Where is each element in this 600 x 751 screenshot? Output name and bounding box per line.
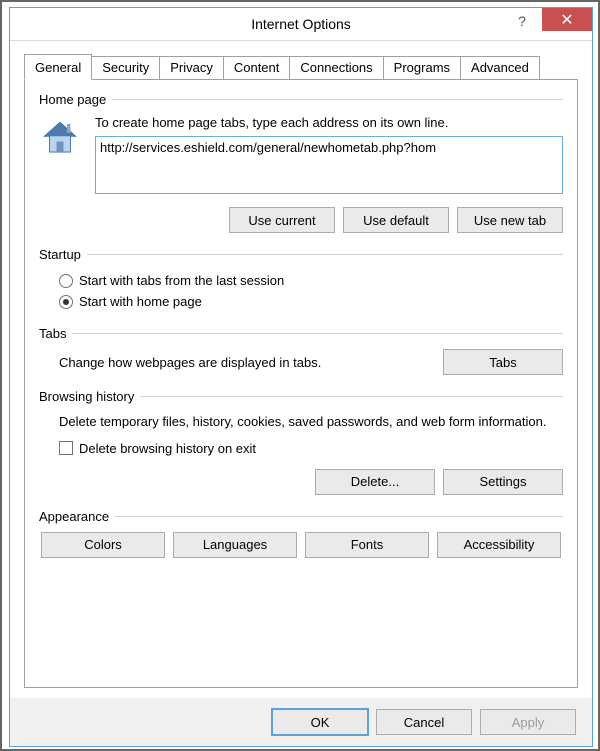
radio-last-session[interactable]: Start with tabs from the last session: [39, 270, 563, 291]
radio-label: Start with tabs from the last session: [79, 273, 284, 288]
tab-content[interactable]: Content: [223, 56, 291, 79]
colors-button[interactable]: Colors: [41, 532, 165, 558]
radio-label: Start with home page: [79, 294, 202, 309]
group-title-history: Browsing history: [39, 389, 140, 404]
ok-button[interactable]: OK: [272, 709, 368, 735]
radio-icon: [59, 295, 73, 309]
close-icon: ✕: [560, 10, 573, 30]
tabs-description: Change how webpages are displayed in tab…: [59, 355, 443, 370]
use-current-button[interactable]: Use current: [229, 207, 335, 233]
group-title-appearance: Appearance: [39, 509, 115, 524]
homepage-description: To create home page tabs, type each addr…: [95, 115, 563, 130]
divider: [115, 516, 563, 517]
use-default-button[interactable]: Use default: [343, 207, 449, 233]
titlebar: Internet Options ? ✕: [10, 8, 592, 41]
tab-panel-general: Home page To create home page tabs, type: [24, 79, 578, 688]
fonts-button[interactable]: Fonts: [305, 532, 429, 558]
cancel-button[interactable]: Cancel: [376, 709, 472, 735]
tab-security[interactable]: Security: [91, 56, 160, 79]
homepage-url-input[interactable]: http://services.eshield.com/general/newh…: [95, 136, 563, 194]
radio-icon: [59, 274, 73, 288]
help-icon: ?: [518, 13, 526, 29]
window-title: Internet Options: [251, 16, 351, 32]
group-title-tabs: Tabs: [39, 326, 72, 341]
history-description: Delete temporary files, history, cookies…: [39, 412, 563, 432]
divider: [112, 99, 563, 100]
checkbox-label: Delete browsing history on exit: [79, 441, 256, 456]
divider: [87, 254, 563, 255]
group-startup: Startup Start with tabs from the last se…: [39, 247, 563, 312]
close-button[interactable]: ✕: [542, 8, 592, 31]
dialog-window: Internet Options ? ✕ General Security Pr…: [9, 7, 593, 747]
use-new-tab-button[interactable]: Use new tab: [457, 207, 563, 233]
dialog-footer: OK Cancel Apply: [10, 698, 592, 746]
help-button[interactable]: ?: [502, 8, 542, 34]
delete-on-exit-checkbox[interactable]: Delete browsing history on exit: [39, 438, 563, 459]
dialog-content: General Security Privacy Content Connect…: [10, 41, 592, 698]
checkbox-icon: [59, 441, 73, 455]
divider: [140, 396, 563, 397]
tab-strip: General Security Privacy Content Connect…: [24, 53, 578, 79]
tab-advanced[interactable]: Advanced: [460, 56, 540, 79]
tab-privacy[interactable]: Privacy: [159, 56, 224, 79]
tab-connections[interactable]: Connections: [289, 56, 383, 79]
group-homepage: Home page To create home page tabs, type: [39, 92, 563, 233]
tab-programs[interactable]: Programs: [383, 56, 461, 79]
group-tabs: Tabs Change how webpages are displayed i…: [39, 326, 563, 375]
group-title-startup: Startup: [39, 247, 87, 262]
apply-button[interactable]: Apply: [480, 709, 576, 735]
divider: [72, 333, 563, 334]
tab-general[interactable]: General: [24, 54, 92, 80]
languages-button[interactable]: Languages: [173, 532, 297, 558]
tabs-button[interactable]: Tabs: [443, 349, 563, 375]
home-icon: [39, 117, 81, 159]
titlebar-buttons: ? ✕: [502, 8, 592, 34]
settings-button[interactable]: Settings: [443, 469, 563, 495]
group-history: Browsing history Delete temporary files,…: [39, 389, 563, 495]
group-appearance: Appearance Colors Languages Fonts Access…: [39, 509, 563, 558]
accessibility-button[interactable]: Accessibility: [437, 532, 561, 558]
group-title-homepage: Home page: [39, 92, 112, 107]
radio-home-page[interactable]: Start with home page: [39, 291, 563, 312]
delete-button[interactable]: Delete...: [315, 469, 435, 495]
